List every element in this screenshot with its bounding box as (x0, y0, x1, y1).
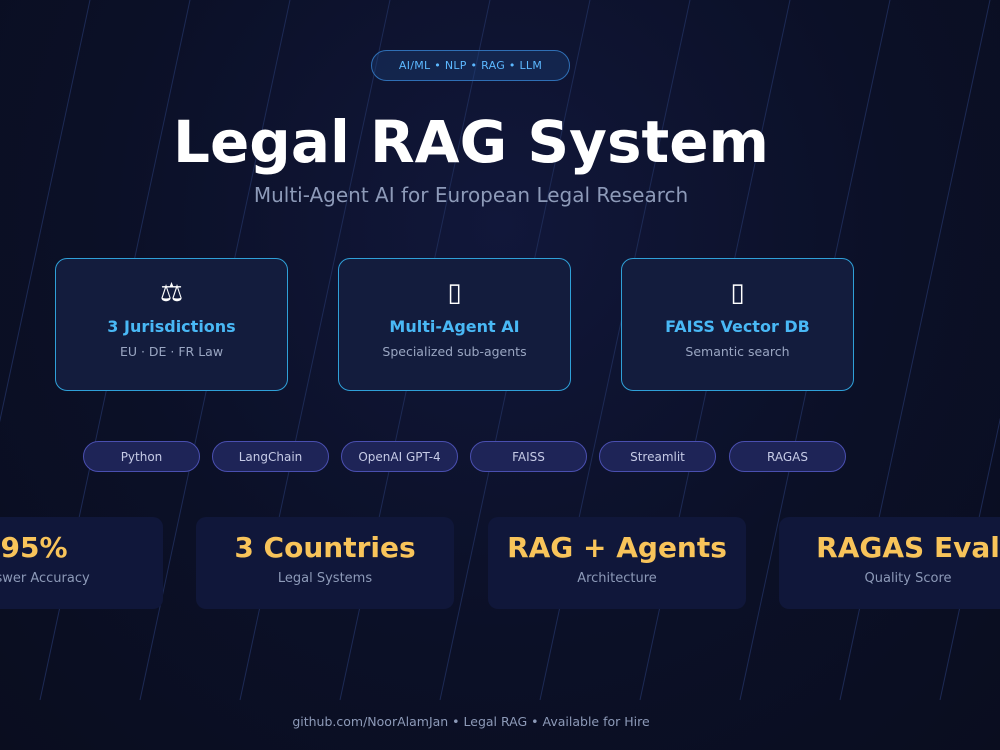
scales-icon: ⚖ (159, 278, 184, 308)
stat-label: Quality Score (864, 571, 952, 586)
robot-icon: ▯ (447, 278, 462, 308)
page-subtitle: Multi-Agent AI for European Legal Resear… (253, 183, 689, 207)
tech-chip-ragas: RAGAS (729, 441, 846, 472)
footer-credits: github.com/NoorAlamJan • Legal RAG • Ava… (292, 714, 650, 729)
feature-card-subtitle: Semantic search (685, 344, 790, 359)
tech-chip-python: Python (83, 441, 200, 472)
feature-card-subtitle: EU · DE · FR Law (119, 344, 224, 359)
stat-label: Architecture (577, 571, 657, 586)
banner-canvas: AI/ML • NLP • RAG • LLM Legal RAG System… (0, 0, 1000, 750)
feature-card-title: 3 Jurisdictions (107, 317, 236, 336)
search-icon: ▯ (730, 278, 745, 308)
stat-quality: RAGAS Eval Quality Score (779, 517, 1000, 609)
page-title: Legal RAG System (173, 108, 769, 176)
stat-label: Legal Systems (277, 571, 373, 586)
feature-card-multi-agent: ▯ Multi-Agent AI Specialized sub-agents (338, 258, 571, 391)
feature-card-jurisdictions: ⚖ 3 Jurisdictions EU · DE · FR Law (55, 258, 288, 391)
tech-chip-streamlit: Streamlit (599, 441, 716, 472)
tech-chip-faiss: FAISS (470, 441, 587, 472)
stat-accuracy: 95% Answer Accuracy (0, 517, 163, 609)
stat-label: Answer Accuracy (0, 571, 90, 586)
stat-countries: 3 Countries Legal Systems (196, 517, 454, 609)
stat-value: 3 Countries (234, 531, 416, 564)
stat-architecture: RAG + Agents Architecture (488, 517, 746, 609)
tech-chip-langchain: LangChain (212, 441, 329, 472)
topic-tags-pill: AI/ML • NLP • RAG • LLM (371, 50, 570, 81)
stat-value: RAGAS Eval (816, 531, 1000, 564)
feature-card-title: Multi-Agent AI (389, 317, 520, 336)
stat-value: 95% (0, 531, 68, 564)
feature-card-subtitle: Specialized sub-agents (382, 344, 527, 359)
feature-card-vector-db: ▯ FAISS Vector DB Semantic search (621, 258, 854, 391)
tech-chip-openai: OpenAI GPT-4 (341, 441, 458, 472)
feature-card-title: FAISS Vector DB (665, 317, 810, 336)
stat-value: RAG + Agents (507, 531, 727, 564)
